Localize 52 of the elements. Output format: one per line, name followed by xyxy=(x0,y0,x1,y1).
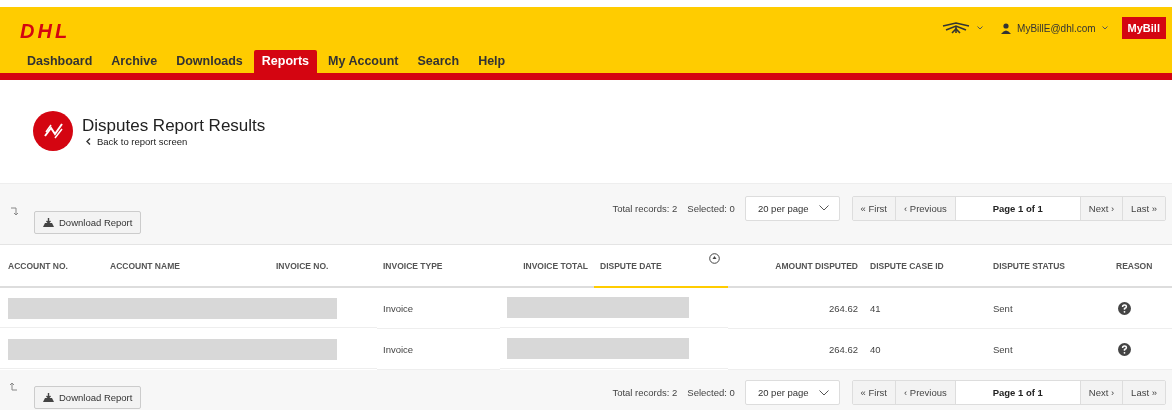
back-link[interactable]: Back to report screen xyxy=(86,136,266,147)
per-page-dropdown[interactable]: 20 per page xyxy=(744,195,840,221)
next-page-button[interactable]: Next › xyxy=(1080,381,1124,404)
chevron-left-icon xyxy=(86,138,91,145)
nav-tab[interactable]: Help xyxy=(470,50,514,73)
column-header[interactable]: INVOICE TYPE xyxy=(377,245,500,288)
last-page-button[interactable]: Last » xyxy=(1123,196,1165,220)
download-icon xyxy=(43,217,54,227)
nav-tab[interactable]: Reports xyxy=(253,50,318,73)
help-icon[interactable] xyxy=(1118,342,1131,356)
column-header[interactable]: DISPUTE STATUS xyxy=(987,245,1110,288)
caret-icon[interactable] xyxy=(977,26,984,30)
previous-page-button[interactable]: ‹ Previous xyxy=(896,381,956,404)
user-icon xyxy=(1001,22,1012,34)
chevron-down-icon xyxy=(818,205,829,211)
first-page-button[interactable]: « First xyxy=(852,381,896,404)
download-icon xyxy=(43,393,54,402)
previous-page-button[interactable]: ‹ Previous xyxy=(896,196,956,220)
antenna-icon[interactable] xyxy=(941,22,972,34)
chevron-down-icon xyxy=(818,389,829,396)
arrow-down-icon xyxy=(10,206,18,216)
user-email[interactable]: MyBillE@dhl.com xyxy=(1017,22,1096,34)
nav-tab[interactable]: Search xyxy=(409,50,468,73)
nav-tab[interactable]: Dashboard xyxy=(19,50,101,73)
selected-count: Selected: 0 xyxy=(687,202,735,214)
first-page-button[interactable]: « First xyxy=(852,196,896,220)
sort-icon[interactable] xyxy=(709,253,720,264)
download-report-button[interactable]: Download Report xyxy=(34,210,142,234)
total-records: Total records: 2 xyxy=(612,202,678,214)
page-title: Disputes Report Results xyxy=(82,116,266,136)
nav-tab[interactable]: Downloads xyxy=(168,50,251,73)
next-page-button[interactable]: Next › xyxy=(1080,196,1124,220)
logo[interactable]: DHL xyxy=(20,21,71,41)
per-page-dropdown[interactable]: 20 per page xyxy=(744,380,840,405)
mybill-button[interactable]: MyBill xyxy=(1121,17,1166,39)
download-report-button[interactable]: Download Report xyxy=(34,386,142,409)
column-header[interactable]: REASON xyxy=(1110,245,1172,288)
column-header[interactable]: AMOUNT DISPUTED xyxy=(728,245,864,288)
total-records: Total records: 2 xyxy=(612,387,678,398)
arrow-up-icon xyxy=(10,382,18,391)
table-cell: Sent xyxy=(987,288,1110,329)
page-indicator: Page 1 of 1 xyxy=(955,196,1081,220)
caret-icon[interactable] xyxy=(1101,26,1108,30)
table-cell: 41 xyxy=(864,288,987,329)
nav-tab[interactable]: My Account xyxy=(320,50,407,73)
table-cell: 264.62 xyxy=(728,288,864,329)
selected-count: Selected: 0 xyxy=(687,387,735,398)
nav-tab[interactable]: Archive xyxy=(103,50,166,73)
last-page-button[interactable]: Last » xyxy=(1123,381,1165,404)
help-icon[interactable] xyxy=(1118,301,1131,315)
page-indicator: Page 1 of 1 xyxy=(955,381,1081,404)
column-header[interactable]: DISPUTE CASE ID xyxy=(864,245,987,288)
